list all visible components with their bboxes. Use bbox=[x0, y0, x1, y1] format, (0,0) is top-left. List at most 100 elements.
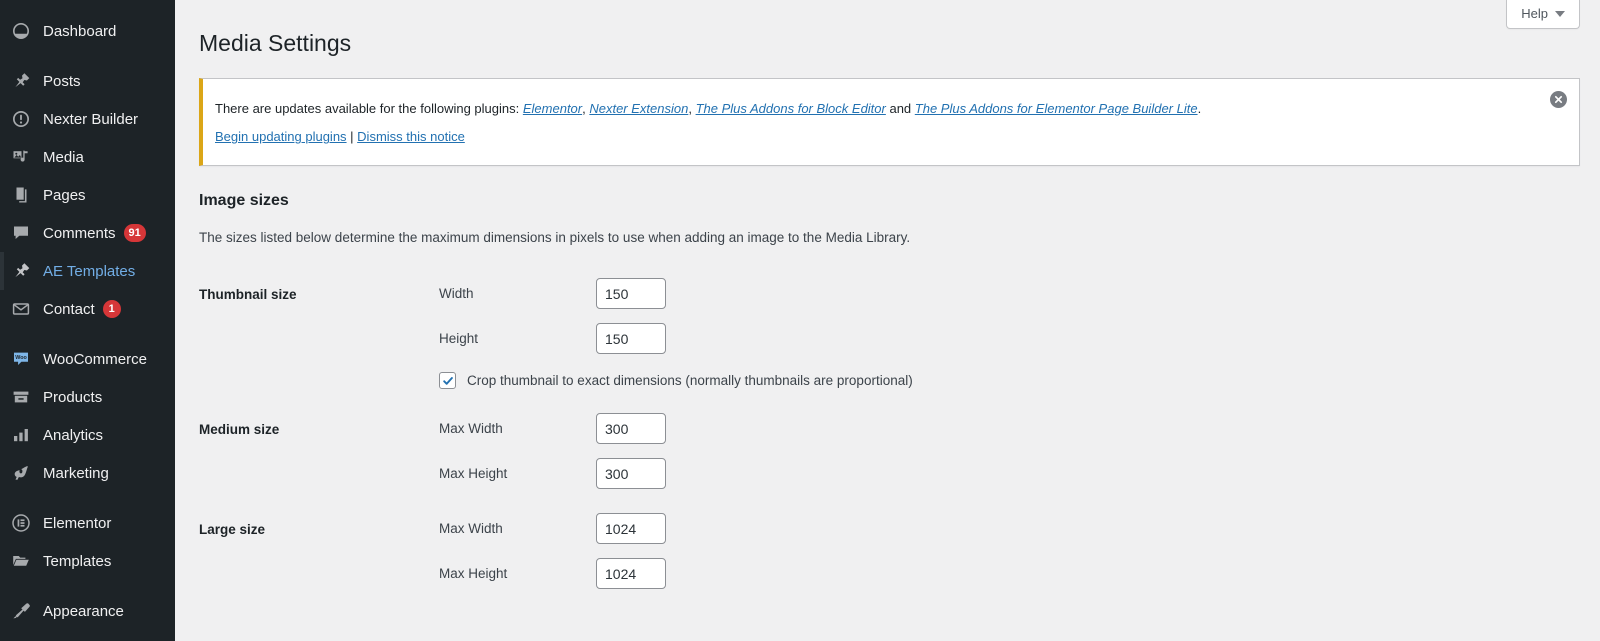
brush-icon bbox=[10, 600, 32, 622]
comments-count-badge: 91 bbox=[123, 224, 146, 242]
exclamation-circle-icon bbox=[10, 108, 32, 130]
notice-intro-text: There are updates available for the foll… bbox=[215, 100, 523, 116]
sidebar-item-pages[interactable]: Pages bbox=[0, 176, 175, 214]
medium-max-width-input[interactable] bbox=[596, 413, 666, 445]
megaphone-icon bbox=[10, 462, 32, 484]
sidebar-item-label: Nexter Builder bbox=[43, 110, 139, 128]
medium-max-width-row: Max Width bbox=[439, 413, 1570, 445]
products-icon bbox=[10, 386, 32, 408]
crop-thumbnail-label[interactable]: Crop thumbnail to exact dimensions (norm… bbox=[467, 373, 913, 388]
large-size-fields: Max Width Max Height bbox=[439, 501, 1580, 601]
comment-icon bbox=[10, 222, 32, 244]
chevron-down-icon bbox=[1555, 10, 1565, 17]
large-max-height-row: Max Height bbox=[439, 558, 1570, 590]
large-max-width-label: Max Width bbox=[439, 521, 503, 537]
envelope-icon bbox=[10, 298, 32, 320]
sidebar-item-label: WooCommerce bbox=[43, 350, 147, 368]
main-content: Help Media Settings There are updates av… bbox=[175, 0, 1600, 641]
table-row: Thumbnail size Width Height bbox=[199, 266, 1580, 401]
admin-sidebar: Dashboard Posts Nexter Builder Media Pag… bbox=[0, 0, 175, 641]
thumbnail-height-input[interactable] bbox=[596, 323, 666, 355]
sidebar-item-templates[interactable]: Templates bbox=[0, 542, 175, 580]
medium-size-fields: Max Width Max Height bbox=[439, 401, 1580, 501]
begin-updating-plugins-link[interactable]: Begin updating plugins bbox=[215, 129, 347, 144]
sidebar-item-label: Dashboard bbox=[43, 22, 117, 40]
sidebar-item-posts[interactable]: Posts bbox=[0, 62, 175, 100]
sidebar-item-label: Comments bbox=[43, 224, 116, 242]
large-max-height-label: Max Height bbox=[439, 566, 508, 582]
medium-max-height-row: Max Height bbox=[439, 458, 1570, 490]
sidebar-item-label: Marketing bbox=[43, 464, 109, 482]
sidebar-item-appearance[interactable]: Appearance bbox=[0, 592, 175, 630]
pin-icon bbox=[10, 70, 32, 92]
sidebar-top-spacer bbox=[0, 0, 175, 12]
sidebar-item-comments[interactable]: Comments 91 bbox=[0, 214, 175, 252]
medium-max-height-input[interactable] bbox=[596, 458, 666, 490]
sidebar-item-label: Templates bbox=[43, 552, 112, 570]
svg-text:Woo: Woo bbox=[15, 355, 27, 361]
sidebar-group-separator bbox=[0, 580, 175, 592]
notice-actions: Begin updating plugins | Dismiss this no… bbox=[215, 127, 1541, 147]
image-sizes-description: The sizes listed below determine the max… bbox=[199, 229, 911, 245]
thumbnail-height-row: Height bbox=[439, 323, 1570, 355]
analytics-icon bbox=[10, 424, 32, 446]
elementor-icon bbox=[10, 512, 32, 534]
sidebar-item-label: Appearance bbox=[43, 602, 124, 620]
close-icon[interactable] bbox=[1550, 90, 1567, 108]
sidebar-item-marketing[interactable]: Marketing bbox=[0, 454, 175, 492]
settings-wrap: Media Settings There are updates availab… bbox=[175, 20, 1600, 601]
sidebar-item-label: AE Templates bbox=[43, 262, 136, 280]
sidebar-item-products[interactable]: Products bbox=[0, 378, 175, 416]
plugin-link-nexter-extension[interactable]: Nexter Extension bbox=[589, 101, 688, 116]
plugin-link-elementor[interactable]: Elementor bbox=[523, 101, 582, 116]
image-sizes-form-table: Thumbnail size Width Height bbox=[199, 266, 1580, 601]
help-button[interactable]: Help bbox=[1506, 0, 1580, 29]
sidebar-item-label: Posts bbox=[43, 72, 81, 90]
plugin-link-plus-addons-block-editor[interactable]: The Plus Addons for Block Editor bbox=[696, 101, 886, 116]
sidebar-group-separator bbox=[0, 50, 175, 62]
large-size-label: Large size bbox=[199, 522, 266, 538]
sidebar-item-label: Media bbox=[43, 148, 84, 166]
folder-icon bbox=[10, 550, 32, 572]
sidebar-item-ae-templates[interactable]: AE Templates bbox=[0, 252, 175, 290]
sidebar-item-contact[interactable]: Contact 1 bbox=[0, 290, 175, 328]
notice-sep-1: , bbox=[688, 100, 696, 116]
crop-thumbnail-row: Crop thumbnail to exact dimensions (norm… bbox=[439, 372, 1570, 390]
table-row: Medium size Max Width Max Height bbox=[199, 401, 1580, 501]
large-max-width-input[interactable] bbox=[596, 513, 666, 545]
sidebar-item-elementor[interactable]: Elementor bbox=[0, 504, 175, 542]
plugin-link-plus-addons-elementor-lite[interactable]: The Plus Addons for Elementor Page Build… bbox=[915, 101, 1198, 116]
crop-thumbnail-checkbox[interactable] bbox=[439, 372, 456, 390]
large-max-height-input[interactable] bbox=[596, 558, 666, 590]
woocommerce-icon: Woo bbox=[10, 348, 32, 370]
plugin-update-notice: There are updates available for the foll… bbox=[199, 77, 1580, 166]
help-label: Help bbox=[1521, 6, 1548, 21]
notice-sep-2: and bbox=[885, 100, 915, 116]
table-row: Large size Max Width Max Height bbox=[199, 501, 1580, 601]
media-icon bbox=[10, 146, 32, 168]
sidebar-item-analytics[interactable]: Analytics bbox=[0, 416, 175, 454]
sidebar-item-nexter-builder[interactable]: Nexter Builder bbox=[0, 100, 175, 138]
dismiss-this-notice-link[interactable]: Dismiss this notice bbox=[357, 129, 465, 144]
image-sizes-heading: Image sizes bbox=[199, 191, 289, 209]
sidebar-item-media[interactable]: Media bbox=[0, 138, 175, 176]
thumbnail-size-fields: Width Height bbox=[439, 266, 1580, 401]
medium-max-width-label: Max Width bbox=[439, 421, 503, 437]
thumbnail-size-label: Thumbnail size bbox=[199, 287, 297, 303]
sidebar-item-dashboard[interactable]: Dashboard bbox=[0, 12, 175, 50]
sidebar-item-label: Analytics bbox=[43, 426, 104, 444]
sidebar-item-label: Products bbox=[43, 388, 103, 406]
thumbnail-height-label: Height bbox=[439, 331, 479, 347]
sidebar-item-woocommerce[interactable]: Woo WooCommerce bbox=[0, 340, 175, 378]
notice-sep-3: . bbox=[1197, 100, 1202, 116]
medium-max-height-label: Max Height bbox=[439, 466, 508, 482]
thumbnail-width-row: Width bbox=[439, 278, 1570, 310]
sidebar-item-label: Elementor bbox=[43, 514, 112, 532]
thumbnail-width-label: Width bbox=[439, 286, 474, 302]
page-title: Media Settings bbox=[199, 30, 352, 56]
pages-icon bbox=[10, 184, 32, 206]
thumbnail-width-input[interactable] bbox=[596, 278, 666, 310]
notice-action-separator: | bbox=[346, 129, 358, 145]
sidebar-item-label: Contact bbox=[43, 300, 95, 318]
screen-meta-links: Help bbox=[1506, 0, 1580, 29]
